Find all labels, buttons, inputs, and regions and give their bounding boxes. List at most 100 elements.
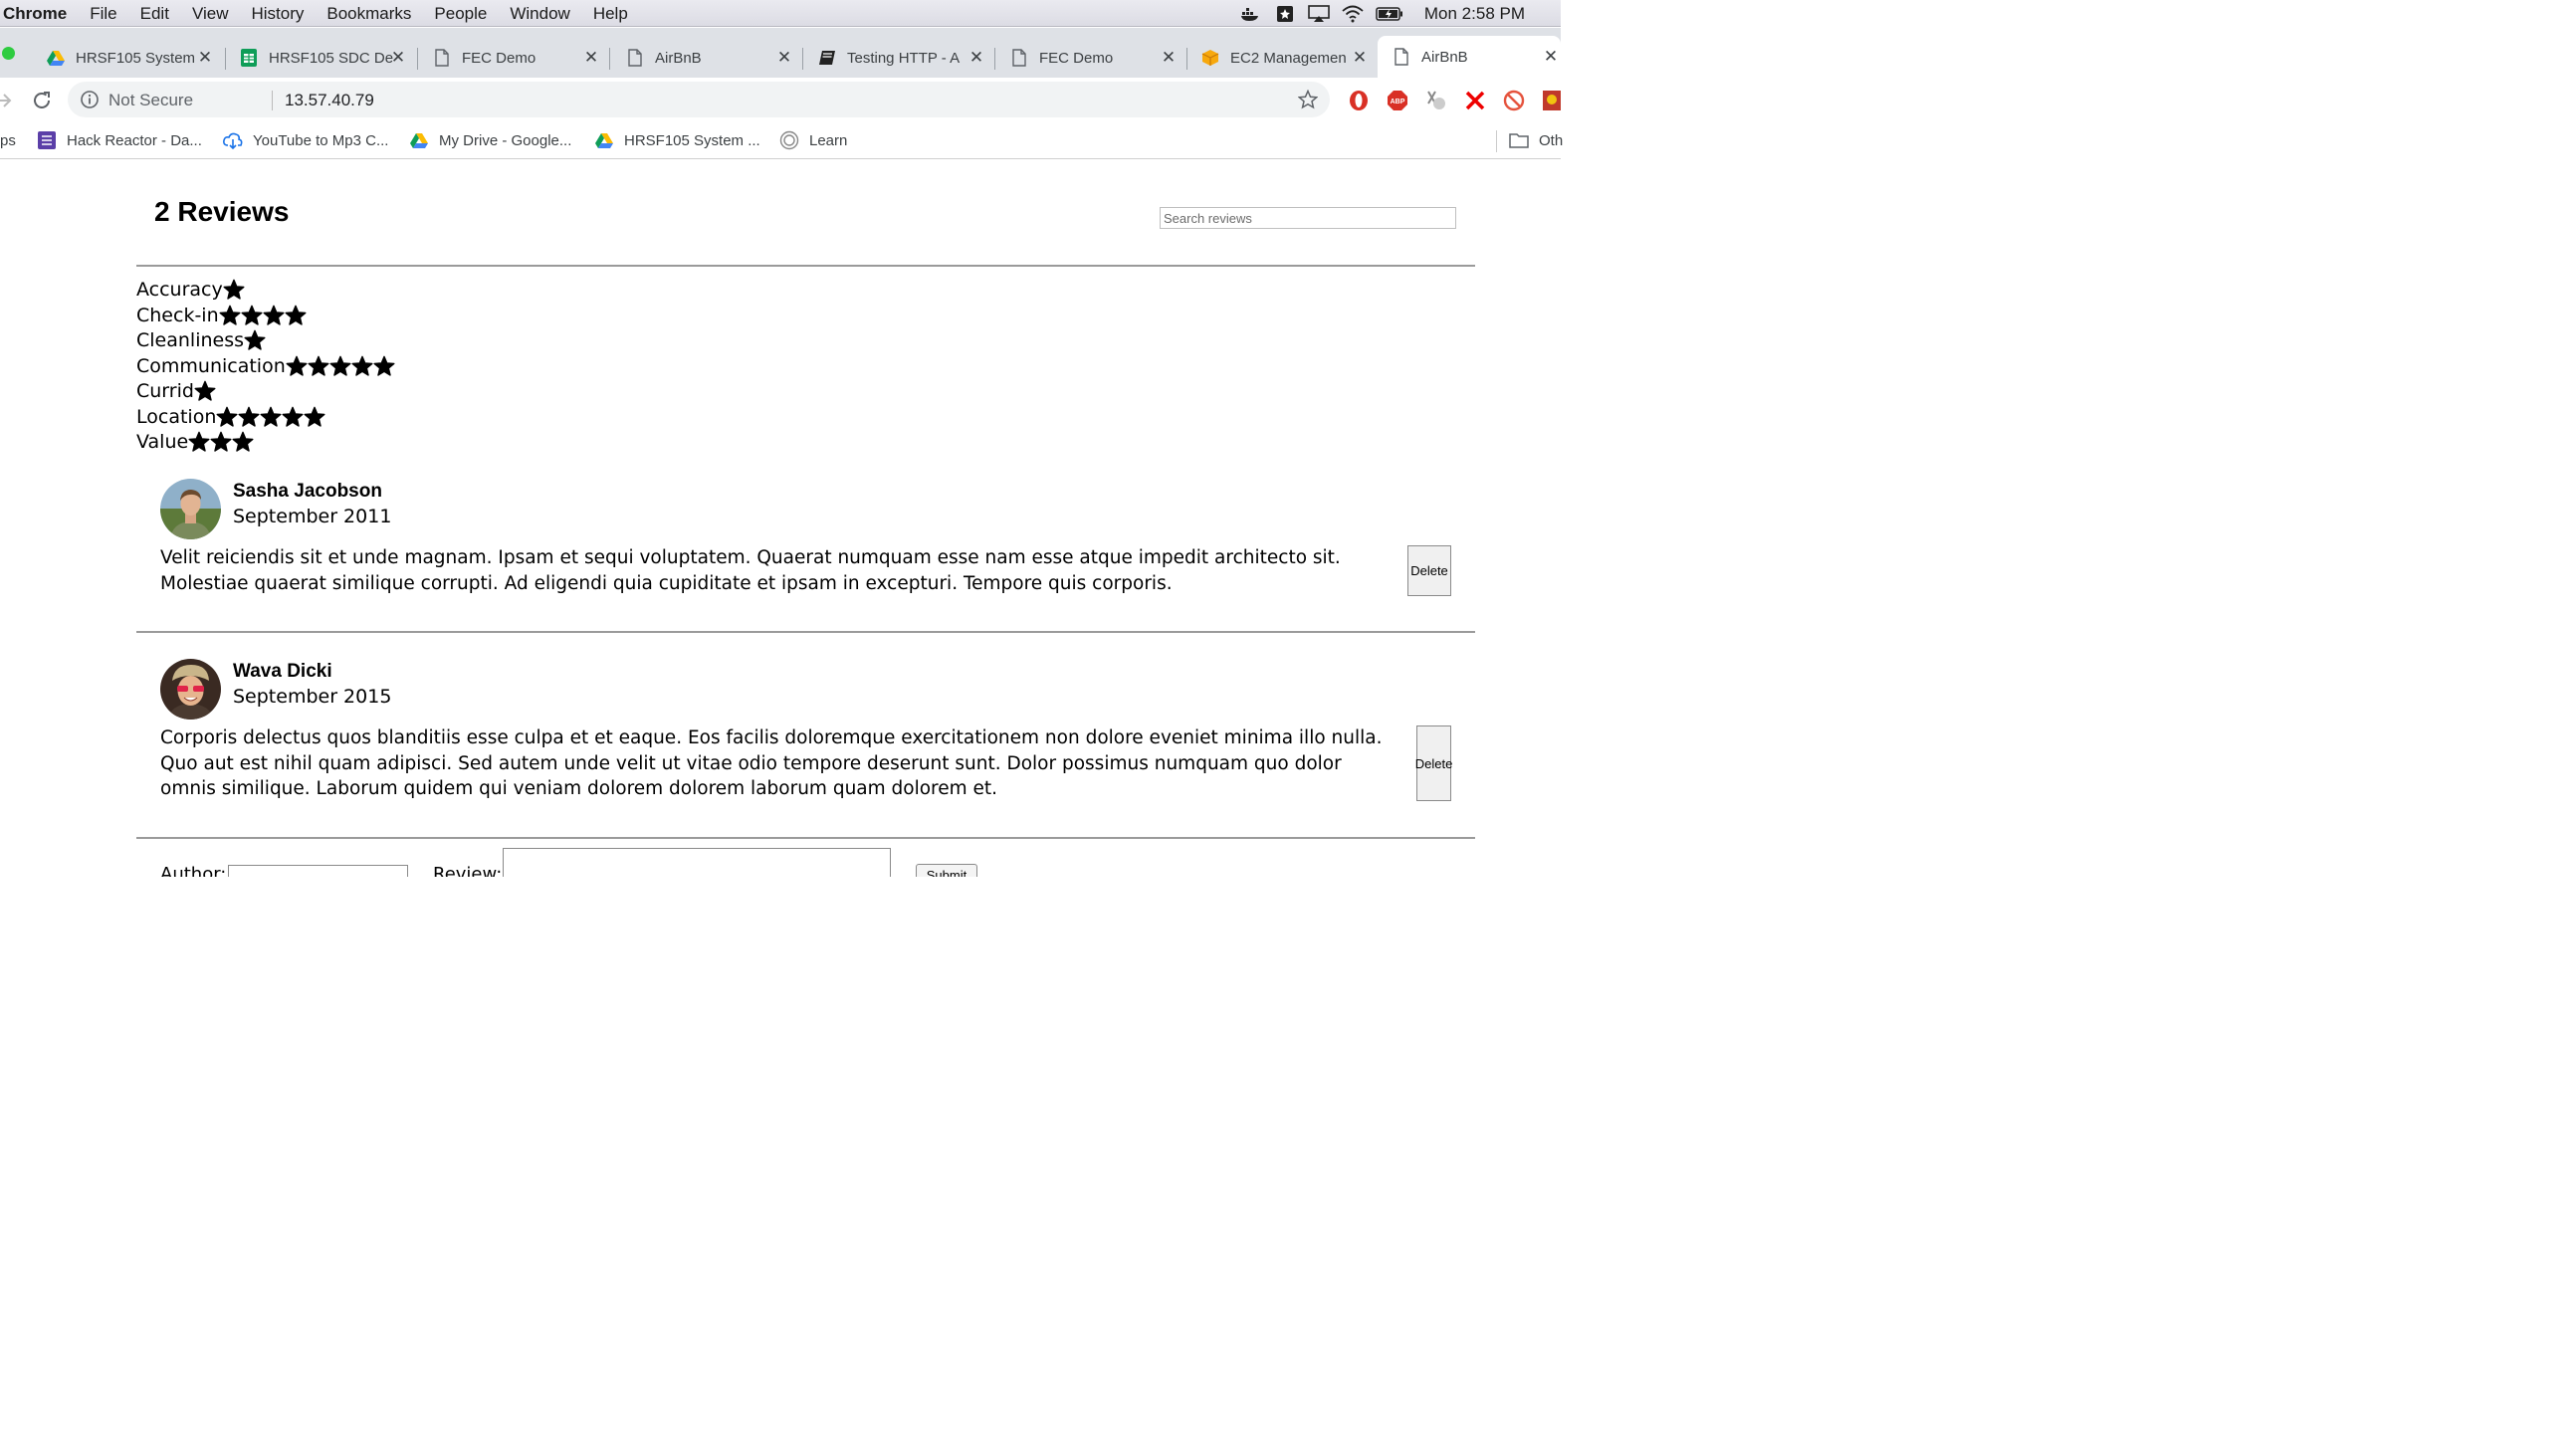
close-icon[interactable]: ✕	[1350, 48, 1370, 68]
airplay-icon[interactable]	[1307, 4, 1331, 23]
menu-history[interactable]: History	[251, 4, 304, 24]
folder-icon	[1509, 130, 1529, 150]
tab-airbnb[interactable]: AirBnB ✕	[625, 38, 804, 78]
tab-separator	[609, 48, 610, 70]
bookmark-label: ps	[0, 131, 16, 149]
bookmark-learn[interactable]: Learn	[779, 128, 847, 152]
cookie-extension-icon[interactable]	[1425, 90, 1447, 111]
tab-title: HRSF105 SDC De	[269, 49, 394, 67]
star-icon	[223, 279, 245, 300]
close-icon[interactable]: ✕	[388, 48, 408, 68]
author-input[interactable]	[228, 865, 408, 877]
close-icon[interactable]: ✕	[966, 48, 986, 68]
tab-fec-demo[interactable]: FEC Demo ✕	[432, 38, 611, 78]
clock[interactable]: Mon 2:58 PM	[1424, 4, 1525, 24]
separator	[1496, 130, 1497, 152]
menu-file[interactable]: File	[90, 4, 116, 24]
tab-separator	[417, 48, 418, 70]
delete-button[interactable]: Delete	[1407, 545, 1451, 596]
tab-strip: HRSF105 System ✕ HRSF105 SDC De ✕ FEC De…	[0, 28, 1561, 78]
reload-icon[interactable]	[31, 90, 53, 111]
bookmark-star-icon[interactable]	[1273, 5, 1297, 23]
avatar	[160, 659, 221, 720]
tab-title: AirBnB	[1421, 48, 1468, 66]
close-icon[interactable]: ✕	[774, 48, 794, 68]
page-icon	[1009, 48, 1029, 68]
star-icon	[210, 431, 232, 452]
blocker-extension-icon[interactable]	[1503, 90, 1525, 111]
rating-row-checkin: Check-in	[136, 303, 307, 327]
bookmark-youtube-mp3[interactable]: YouTube to Mp3 C...	[223, 128, 388, 152]
review-textarea[interactable]	[503, 848, 891, 877]
bookmark-label: YouTube to Mp3 C...	[253, 131, 389, 149]
docker-icon[interactable]	[1239, 5, 1263, 23]
bookmark-other[interactable]: Oth	[1509, 128, 1563, 152]
battery-icon[interactable]	[1375, 5, 1404, 23]
star-icon	[219, 305, 241, 325]
star-icon	[238, 406, 260, 427]
bookmark-my-drive[interactable]: My Drive - Google...	[409, 128, 571, 152]
review-date: September 2015	[233, 686, 392, 708]
bookmark-star-icon[interactable]	[1297, 89, 1319, 109]
search-input[interactable]	[1160, 207, 1456, 229]
review-text: Velit reiciendis sit et unde magnam. Ips…	[160, 547, 1341, 594]
bookmark-apps[interactable]: ps	[0, 128, 16, 152]
menu-bookmarks[interactable]: Bookmarks	[326, 4, 411, 24]
submit-button[interactable]: Submit	[916, 864, 977, 877]
divider	[136, 837, 1475, 839]
rating-label: Communication	[136, 354, 286, 377]
close-icon[interactable]: ✕	[1541, 47, 1561, 67]
info-icon[interactable]	[80, 90, 100, 109]
close-icon[interactable]: ✕	[581, 48, 601, 68]
star-icon	[282, 406, 304, 427]
close-extension-icon[interactable]	[1464, 90, 1486, 111]
tab-ec2-management[interactable]: EC2 Managemen ✕	[1200, 38, 1380, 78]
google-sheets-icon	[239, 48, 259, 68]
review-item: Wava Dicki September 2015 Corporis delec…	[160, 659, 1454, 808]
avatar	[160, 479, 221, 539]
page-icon	[1392, 47, 1411, 67]
review-label: Review:	[433, 864, 503, 877]
window-zoom-button[interactable]	[2, 47, 15, 60]
menu-help[interactable]: Help	[593, 4, 628, 24]
star-icon	[194, 380, 216, 401]
page-icon	[432, 48, 452, 68]
tab-airbnb-active[interactable]: AirBnB ✕	[1378, 36, 1561, 78]
tab-fec-demo-2[interactable]: FEC Demo ✕	[1009, 38, 1188, 78]
page-content: 2 Reviews Accuracy Check-in Cleanliness …	[0, 160, 1561, 877]
menu-window[interactable]: Window	[510, 4, 569, 24]
tab-hrsf105-sdc[interactable]: HRSF105 SDC De ✕	[239, 38, 418, 78]
url-text[interactable]: 13.57.40.79	[285, 91, 374, 110]
opera-extension-icon[interactable]	[1348, 90, 1370, 111]
extension-icon[interactable]	[1542, 90, 1563, 111]
address-bar[interactable]: Not Secure 13.57.40.79	[68, 82, 1330, 117]
star-icon	[351, 355, 373, 376]
menu-people[interactable]: People	[434, 4, 487, 24]
bookmark-hack-reactor[interactable]: Hack Reactor - Da...	[37, 128, 202, 152]
star-icon	[329, 355, 351, 376]
delete-button[interactable]: Delete	[1415, 725, 1452, 801]
close-icon[interactable]: ✕	[195, 48, 215, 68]
tab-title: AirBnB	[655, 49, 702, 67]
forward-icon[interactable]	[0, 90, 14, 111]
rating-row-location: Location	[136, 404, 325, 429]
separator	[272, 91, 273, 110]
tab-testing-http[interactable]: Testing HTTP - A ✕	[817, 38, 996, 78]
menu-view[interactable]: View	[192, 4, 229, 24]
app-menu[interactable]: Chrome	[3, 4, 67, 24]
adblock-plus-icon[interactable]: ABP	[1387, 90, 1408, 111]
rating-label: Accuracy	[136, 278, 223, 301]
menu-edit[interactable]: Edit	[140, 4, 169, 24]
rating-row-currid: Currid	[136, 378, 216, 403]
tab-hrsf105-system[interactable]: HRSF105 System ✕	[46, 38, 225, 78]
wifi-icon[interactable]	[1341, 5, 1365, 23]
tab-title: Testing HTTP - A	[847, 49, 961, 67]
close-icon[interactable]: ✕	[1159, 48, 1179, 68]
bookmark-label: My Drive - Google...	[439, 131, 572, 149]
bookmark-hrsf105-system[interactable]: HRSF105 System ...	[594, 128, 760, 152]
security-status[interactable]: Not Secure	[108, 91, 193, 110]
browser-toolbar: Not Secure 13.57.40.79 ABP	[0, 78, 1563, 122]
rating-stars	[194, 380, 216, 402]
tab-title: HRSF105 System	[76, 49, 196, 67]
rating-stars	[188, 431, 254, 453]
